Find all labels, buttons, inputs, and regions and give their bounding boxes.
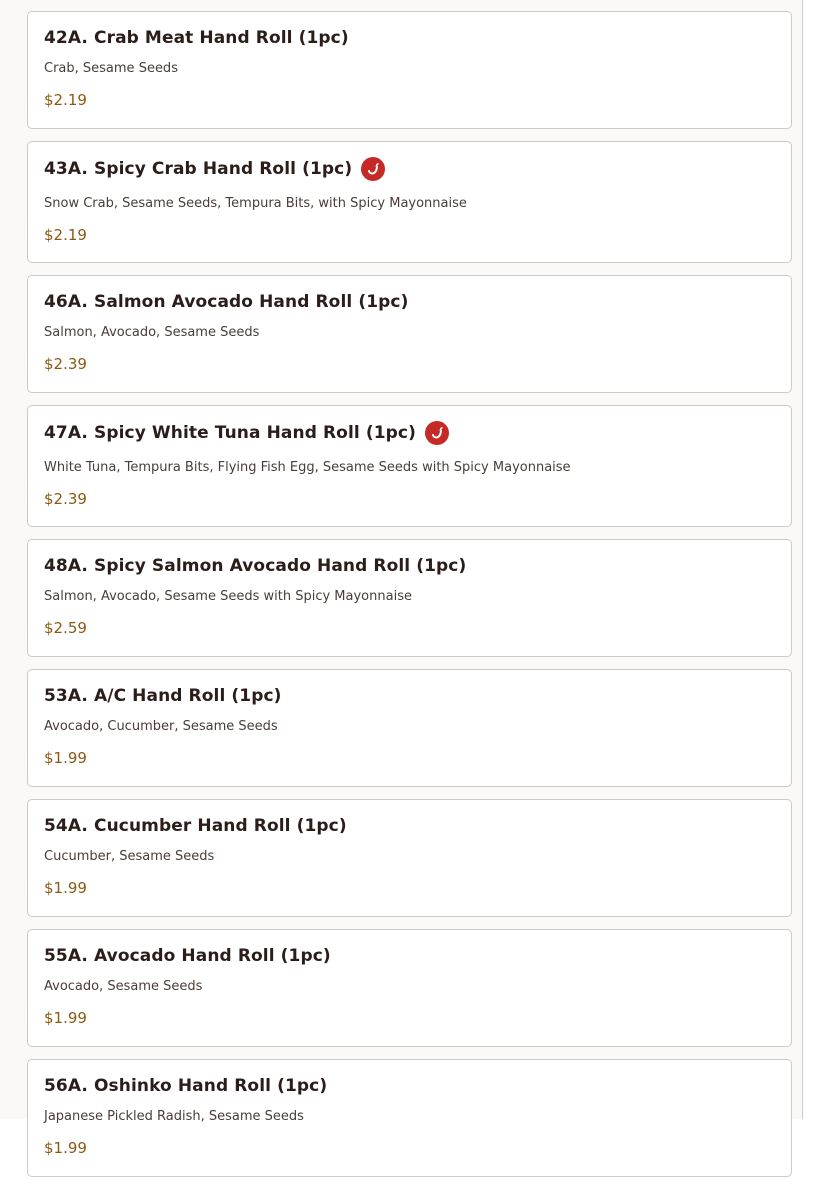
item-description: Japanese Pickled Radish, Sesame Seeds — [44, 1109, 304, 1124]
chili-pepper-icon — [361, 157, 386, 181]
item-title: 42A. Crab Meat Hand Roll (1pc) — [44, 28, 349, 48]
item-title: 56A. Oshinko Hand Roll (1pc) — [44, 1076, 328, 1096]
item-price: $1.99 — [44, 1139, 87, 1157]
menu-item[interactable]: 55A. Avocado Hand Roll (1pc) Avocado, Se… — [27, 929, 792, 1047]
menu-item[interactable]: 53A. A/C Hand Roll (1pc) Avocado, Cucumb… — [27, 669, 792, 787]
item-description: Salmon, Avocado, Sesame Seeds — [44, 325, 260, 340]
item-description: White Tuna, Tempura Bits, Flying Fish Eg… — [44, 460, 571, 475]
item-price: $1.99 — [44, 1009, 87, 1027]
menu-item[interactable]: 43A. Spicy Crab Hand Roll (1pc) Snow Cra… — [27, 141, 792, 263]
item-description: Avocado, Sesame Seeds — [44, 979, 203, 994]
item-price: $1.99 — [44, 879, 87, 897]
item-price: $2.19 — [44, 226, 87, 244]
item-description: Avocado, Cucumber, Sesame Seeds — [44, 719, 278, 734]
item-price: $1.99 — [44, 749, 87, 767]
item-description: Salmon, Avocado, Sesame Seeds with Spicy… — [44, 589, 412, 604]
chili-pepper-icon — [424, 421, 449, 445]
item-title: 54A. Cucumber Hand Roll (1pc) — [44, 816, 347, 836]
item-description: Crab, Sesame Seeds — [44, 61, 178, 76]
item-title: 55A. Avocado Hand Roll (1pc) — [44, 946, 331, 966]
menu-item[interactable]: 56A. Oshinko Hand Roll (1pc) Japanese Pi… — [27, 1059, 792, 1177]
item-title: 47A. Spicy White Tuna Hand Roll (1pc) — [44, 423, 416, 443]
item-price: $2.39 — [44, 490, 87, 508]
menu-item[interactable]: 48A. Spicy Salmon Avocado Hand Roll (1pc… — [27, 539, 792, 657]
item-title: 43A. Spicy Crab Hand Roll (1pc) — [44, 159, 353, 179]
item-description: Cucumber, Sesame Seeds — [44, 849, 215, 864]
item-title: 53A. A/C Hand Roll (1pc) — [44, 686, 282, 706]
item-price: $2.19 — [44, 91, 87, 109]
item-title: 48A. Spicy Salmon Avocado Hand Roll (1pc… — [44, 556, 467, 576]
menu-item[interactable]: 54A. Cucumber Hand Roll (1pc) Cucumber, … — [27, 799, 792, 917]
menu-item[interactable]: 46A. Salmon Avocado Hand Roll (1pc) Salm… — [27, 275, 792, 393]
item-price: $2.39 — [44, 355, 87, 373]
item-title: 46A. Salmon Avocado Hand Roll (1pc) — [44, 292, 409, 312]
item-description: Snow Crab, Sesame Seeds, Tempura Bits, w… — [44, 196, 467, 211]
page-background: 42A. Crab Meat Hand Roll (1pc) Crab, Ses… — [0, 0, 803, 1177]
menu-item[interactable]: 47A. Spicy White Tuna Hand Roll (1pc) Wh… — [27, 405, 792, 527]
menu-item-list: 42A. Crab Meat Hand Roll (1pc) Crab, Ses… — [27, 11, 792, 1189]
menu-item[interactable]: 42A. Crab Meat Hand Roll (1pc) Crab, Ses… — [27, 11, 792, 129]
item-price: $2.59 — [44, 619, 87, 637]
